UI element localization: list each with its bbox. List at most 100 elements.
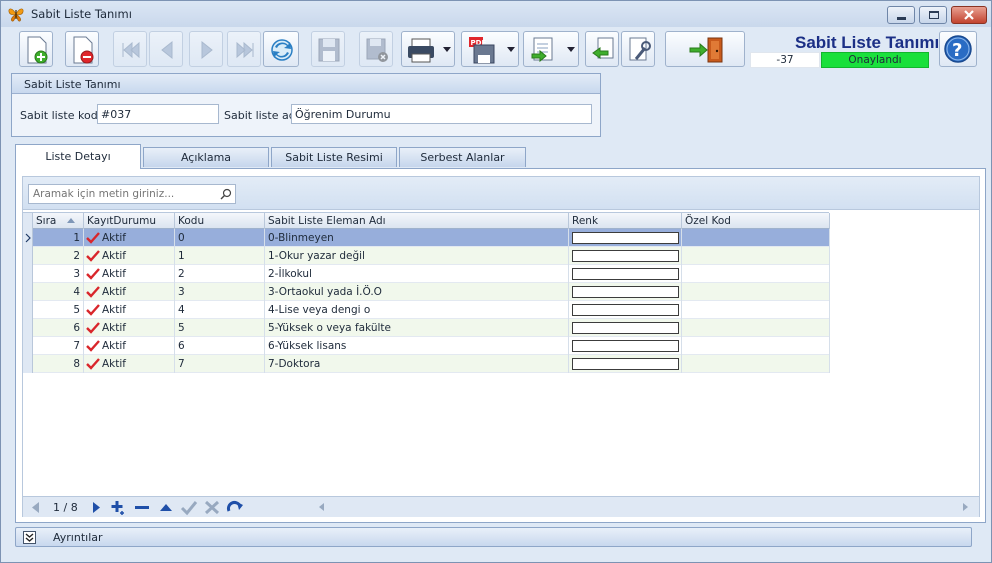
table-row[interactable]: 4 Aktif 3 3-Ortaokul yada İ.Ö.O — [23, 283, 830, 301]
new-record-button[interactable] — [19, 31, 53, 67]
cell-renk[interactable] — [569, 283, 682, 301]
print-button[interactable] — [401, 31, 455, 67]
cell-kayit-durumu[interactable]: Aktif — [84, 283, 175, 301]
color-swatch[interactable] — [572, 322, 679, 334]
table-row[interactable]: 8 Aktif 7 7-Doktora — [23, 355, 830, 373]
exit-button[interactable] — [665, 31, 745, 67]
cell-eleman-adi[interactable]: 1-Okur yazar değil — [265, 247, 569, 265]
column-header-sira[interactable]: Sıra — [33, 213, 84, 229]
cell-renk[interactable] — [569, 229, 682, 247]
maximize-button[interactable] — [919, 6, 947, 24]
column-header-ozel-kod[interactable]: Özel Kod — [682, 213, 830, 229]
color-swatch[interactable] — [572, 340, 679, 352]
cell-eleman-adi[interactable]: 0-Blinmeyen — [265, 229, 569, 247]
table-row[interactable]: 6 Aktif 5 5-Yüksek o veya fakülte — [23, 319, 830, 337]
row-indicator[interactable] — [23, 247, 33, 265]
cell-kodu[interactable]: 2 — [175, 265, 265, 283]
table-row[interactable]: 5 Aktif 4 4-Lise veya dengi o — [23, 301, 830, 319]
cell-kayit-durumu[interactable]: Aktif — [84, 337, 175, 355]
details-bar[interactable]: Ayrıntılar — [15, 527, 972, 547]
cell-ozel-kod[interactable] — [682, 247, 830, 265]
cell-kayit-durumu[interactable]: Aktif — [84, 355, 175, 373]
nav-next-icon[interactable] — [87, 499, 105, 516]
color-swatch[interactable] — [572, 268, 679, 280]
cell-sira[interactable]: 5 — [33, 301, 84, 319]
cell-kodu[interactable]: 6 — [175, 337, 265, 355]
export-button[interactable] — [523, 31, 579, 67]
nav-prev-page-icon[interactable] — [27, 499, 45, 516]
cell-renk[interactable] — [569, 337, 682, 355]
next-record-button[interactable] — [189, 31, 223, 67]
cell-sira[interactable]: 6 — [33, 319, 84, 337]
column-header-eleman-adi[interactable]: Sabit Liste Eleman Adı — [265, 213, 569, 229]
cell-ozel-kod[interactable] — [682, 283, 830, 301]
row-indicator[interactable] — [23, 301, 33, 319]
row-indicator[interactable] — [23, 355, 33, 373]
cell-kayit-durumu[interactable]: Aktif — [84, 229, 175, 247]
cell-renk[interactable] — [569, 301, 682, 319]
table-row[interactable]: 3 Aktif 2 2-İlkokul — [23, 265, 830, 283]
scroll-left-icon[interactable] — [319, 503, 324, 511]
nav-remove-icon[interactable] — [133, 499, 151, 516]
cell-eleman-adi[interactable]: 4-Lise veya dengi o — [265, 301, 569, 319]
row-indicator[interactable] — [23, 265, 33, 283]
name-input[interactable] — [291, 104, 592, 124]
cell-ozel-kod[interactable] — [682, 301, 830, 319]
color-swatch[interactable] — [572, 304, 679, 316]
first-record-button[interactable] — [113, 31, 147, 67]
cell-renk[interactable] — [569, 247, 682, 265]
close-button[interactable] — [951, 6, 987, 24]
nav-add-icon[interactable] — [109, 499, 127, 516]
cell-eleman-adi[interactable]: 6-Yüksek lisans — [265, 337, 569, 355]
previous-record-button[interactable] — [149, 31, 183, 67]
nav-up-icon[interactable] — [157, 499, 175, 516]
cell-sira[interactable]: 4 — [33, 283, 84, 301]
search-input[interactable] — [28, 184, 236, 204]
scroll-right-icon[interactable] — [963, 503, 968, 511]
color-swatch[interactable] — [572, 286, 679, 298]
save-button[interactable] — [311, 31, 345, 67]
refresh-button[interactable] — [263, 31, 299, 67]
cell-eleman-adi[interactable]: 7-Doktora — [265, 355, 569, 373]
table-row[interactable]: 7 Aktif 6 6-Yüksek lisans — [23, 337, 830, 355]
cell-ozel-kod[interactable] — [682, 355, 830, 373]
row-indicator[interactable] — [23, 319, 33, 337]
delete-record-button[interactable] — [65, 31, 99, 67]
tab-liste-detayi[interactable]: Liste Detayı — [15, 144, 141, 169]
tab-serbest-alanlar[interactable]: Serbest Alanlar — [399, 147, 526, 167]
code-input[interactable] — [97, 104, 219, 124]
cell-ozel-kod[interactable] — [682, 337, 830, 355]
cell-kodu[interactable]: 4 — [175, 301, 265, 319]
cell-sira[interactable]: 7 — [33, 337, 84, 355]
cell-eleman-adi[interactable]: 2-İlkokul — [265, 265, 569, 283]
cell-renk[interactable] — [569, 265, 682, 283]
cell-eleman-adi[interactable]: 3-Ortaokul yada İ.Ö.O — [265, 283, 569, 301]
color-swatch[interactable] — [572, 232, 679, 244]
row-indicator[interactable] — [23, 283, 33, 301]
color-swatch[interactable] — [572, 250, 679, 262]
row-indicator[interactable] — [23, 337, 33, 355]
nav-refresh-icon[interactable] — [226, 499, 244, 516]
cell-sira[interactable]: 8 — [33, 355, 84, 373]
cell-kodu[interactable]: 5 — [175, 319, 265, 337]
tools-button[interactable] — [621, 31, 655, 67]
cell-renk[interactable] — [569, 319, 682, 337]
cell-renk[interactable] — [569, 355, 682, 373]
tab-aciklama[interactable]: Açıklama — [143, 147, 269, 167]
minimize-button[interactable] — [887, 6, 915, 24]
column-header-kodu[interactable]: Kodu — [175, 213, 265, 229]
color-swatch[interactable] — [572, 358, 679, 370]
cell-sira[interactable]: 3 — [33, 265, 84, 283]
cancel-save-button[interactable] — [359, 31, 393, 67]
cell-ozel-kod[interactable] — [682, 229, 830, 247]
cell-sira[interactable]: 1 — [33, 229, 84, 247]
cell-ozel-kod[interactable] — [682, 265, 830, 283]
column-header-kayitdurumu[interactable]: KayıtDurumu — [84, 213, 175, 229]
cell-kodu[interactable]: 1 — [175, 247, 265, 265]
details-toggle[interactable] — [23, 531, 36, 544]
nav-cancel-icon[interactable] — [203, 499, 221, 516]
cell-kayit-durumu[interactable]: Aktif — [84, 301, 175, 319]
cell-sira[interactable]: 2 — [33, 247, 84, 265]
row-indicator[interactable] — [23, 229, 33, 247]
column-header-renk[interactable]: Renk — [569, 213, 682, 229]
